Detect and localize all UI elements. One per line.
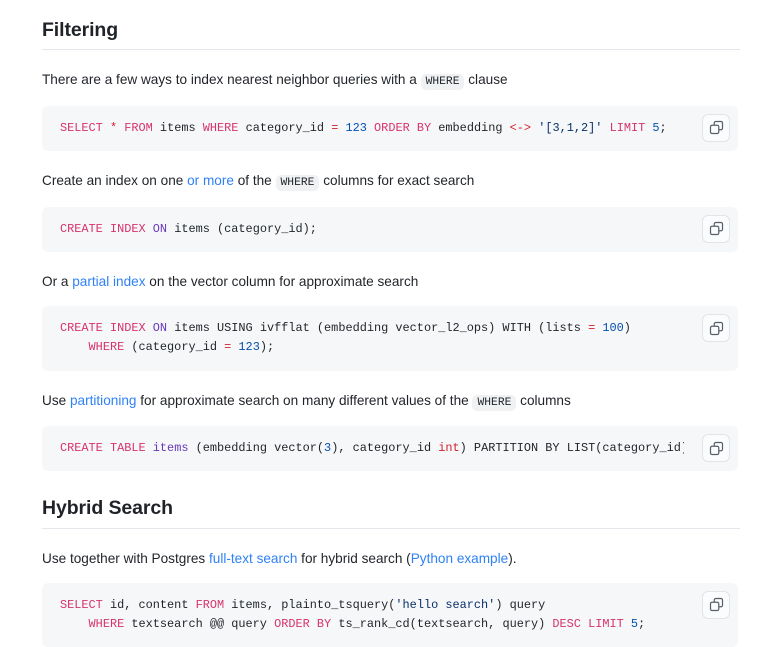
code-token: ORDER BY bbox=[274, 617, 332, 632]
paragraph: Use partitioning for approximate search … bbox=[42, 390, 740, 413]
paragraph-text: There are a few ways to index nearest ne… bbox=[42, 72, 421, 88]
code-content: CREATE TABLE items (embedding vector(3),… bbox=[60, 439, 684, 458]
code-token: ; bbox=[638, 617, 646, 632]
code-token: embedding bbox=[431, 120, 510, 135]
code-content: SELECT * FROM items WHERE category_id = … bbox=[60, 119, 684, 138]
copy-icon[interactable] bbox=[702, 214, 730, 243]
paragraph: Create an index on one or more of the WH… bbox=[42, 170, 740, 193]
paragraph-text: for approximate search on many different… bbox=[136, 392, 473, 408]
paragraph-text: on the vector column for approximate sea… bbox=[145, 273, 419, 289]
code-token: items bbox=[152, 120, 203, 135]
code-token: CREATE INDEX bbox=[60, 321, 146, 335]
paragraph-text: of the bbox=[233, 173, 276, 189]
paragraph: Use together with Postgres full-text sea… bbox=[42, 548, 740, 569]
code-token: items USING ivfflat (embedding vector_l2… bbox=[167, 321, 589, 335]
code-token: ) PARTITION BY LIST(category_id); bbox=[459, 441, 684, 456]
paragraph-text: ). bbox=[508, 550, 517, 566]
code-token: ON bbox=[152, 321, 168, 335]
code-block: SELECT id, content FROM items, plainto_t… bbox=[42, 582, 738, 647]
code-token: SELECT bbox=[60, 120, 103, 135]
paragraph-text: for hybrid search ( bbox=[297, 550, 411, 566]
paragraph-text: columns bbox=[516, 392, 571, 408]
paragraph-text: clause bbox=[464, 72, 508, 88]
code-token: FROM bbox=[124, 120, 153, 135]
code-token: items bbox=[152, 441, 189, 456]
code-token: <-> bbox=[509, 120, 532, 135]
code-token: (category_id bbox=[124, 340, 225, 355]
code-line: SELECT * FROM items WHERE category_id = … bbox=[60, 121, 667, 135]
paragraph-text: columns for exact search bbox=[319, 173, 475, 189]
code-line: CREATE INDEX ON items (category_id); bbox=[60, 222, 317, 236]
section-heading: Hybrid Search bbox=[42, 496, 740, 529]
code-token: 100 bbox=[602, 321, 624, 335]
code-token: DESC LIMIT bbox=[552, 617, 624, 632]
paragraph-text: Create an index on one bbox=[42, 173, 188, 189]
code-line: WHERE (category_id = 123); bbox=[60, 340, 275, 355]
inline-link[interactable]: partial index bbox=[72, 274, 145, 289]
code-content: SELECT id, content FROM items, plainto_t… bbox=[60, 596, 684, 635]
code-token: (embedding vector( bbox=[188, 441, 325, 456]
code-token: CREATE INDEX bbox=[60, 221, 146, 236]
code-content: CREATE INDEX ON items USING ivfflat (emb… bbox=[60, 319, 684, 358]
code-token: items (category_id); bbox=[167, 221, 317, 236]
code-line: CREATE INDEX ON items USING ivfflat (emb… bbox=[60, 321, 631, 335]
code-token: 5 bbox=[652, 120, 660, 135]
code-token: 123 bbox=[238, 340, 260, 355]
document-body: Filtering There are a few ways to index n… bbox=[0, 0, 776, 647]
code-token: '[3,1,2]' bbox=[538, 120, 603, 135]
code-block: SELECT * FROM items WHERE category_id = … bbox=[42, 105, 738, 152]
section-heading: Filtering bbox=[42, 18, 740, 51]
code-block: CREATE INDEX ON items USING ivfflat (emb… bbox=[42, 306, 738, 371]
paragraph: There are a few ways to index nearest ne… bbox=[42, 69, 740, 92]
code-token: 123 bbox=[345, 120, 367, 135]
code-token: CREATE TABLE bbox=[60, 441, 146, 456]
inline-link[interactable]: full-text search bbox=[209, 551, 297, 566]
inline-code: WHERE bbox=[420, 74, 465, 91]
paragraph-text: Or a bbox=[42, 273, 73, 289]
copy-icon[interactable] bbox=[702, 314, 730, 342]
code-token: WHERE bbox=[202, 120, 239, 135]
code-token: 5 bbox=[630, 617, 639, 632]
code-token: category_id bbox=[238, 120, 332, 135]
code-token: textsearch @@ query bbox=[124, 617, 275, 632]
code-block: CREATE TABLE items (embedding vector(3),… bbox=[42, 426, 738, 472]
paragraph-text: Use bbox=[42, 392, 70, 408]
code-token: WHERE bbox=[88, 340, 125, 355]
code-content: CREATE INDEX ON items (category_id); bbox=[60, 220, 684, 239]
code-token: ; bbox=[659, 120, 667, 135]
code-block: CREATE INDEX ON items (category_id); bbox=[42, 206, 738, 252]
copy-icon[interactable] bbox=[702, 113, 730, 142]
code-token: ts_rank_cd(textsearch, query) bbox=[331, 617, 553, 632]
inline-link[interactable]: Python example bbox=[411, 551, 508, 566]
code-token: ORDER BY bbox=[374, 120, 432, 135]
copy-icon[interactable] bbox=[702, 434, 730, 463]
code-line: CREATE TABLE items (embedding vector(3),… bbox=[60, 441, 684, 455]
inline-code: WHERE bbox=[472, 394, 517, 411]
code-line: WHERE textsearch @@ query ORDER BY ts_ra… bbox=[60, 617, 646, 632]
copy-icon[interactable] bbox=[702, 590, 730, 619]
code-token: LIMIT bbox=[609, 120, 646, 135]
code-token: ); bbox=[259, 340, 275, 355]
code-token: WHERE bbox=[88, 617, 125, 632]
paragraph: Or a partial index on the vector column … bbox=[42, 271, 740, 292]
code-token: ) bbox=[623, 321, 631, 335]
inline-link[interactable]: or more bbox=[187, 173, 234, 188]
paragraph-text: Use together with Postgres bbox=[42, 550, 209, 566]
code-token: ON bbox=[152, 221, 168, 236]
code-token: int bbox=[438, 441, 460, 456]
inline-code: WHERE bbox=[275, 175, 320, 192]
inline-link[interactable]: partitioning bbox=[70, 393, 137, 408]
code-token: ), category_id bbox=[331, 441, 439, 456]
